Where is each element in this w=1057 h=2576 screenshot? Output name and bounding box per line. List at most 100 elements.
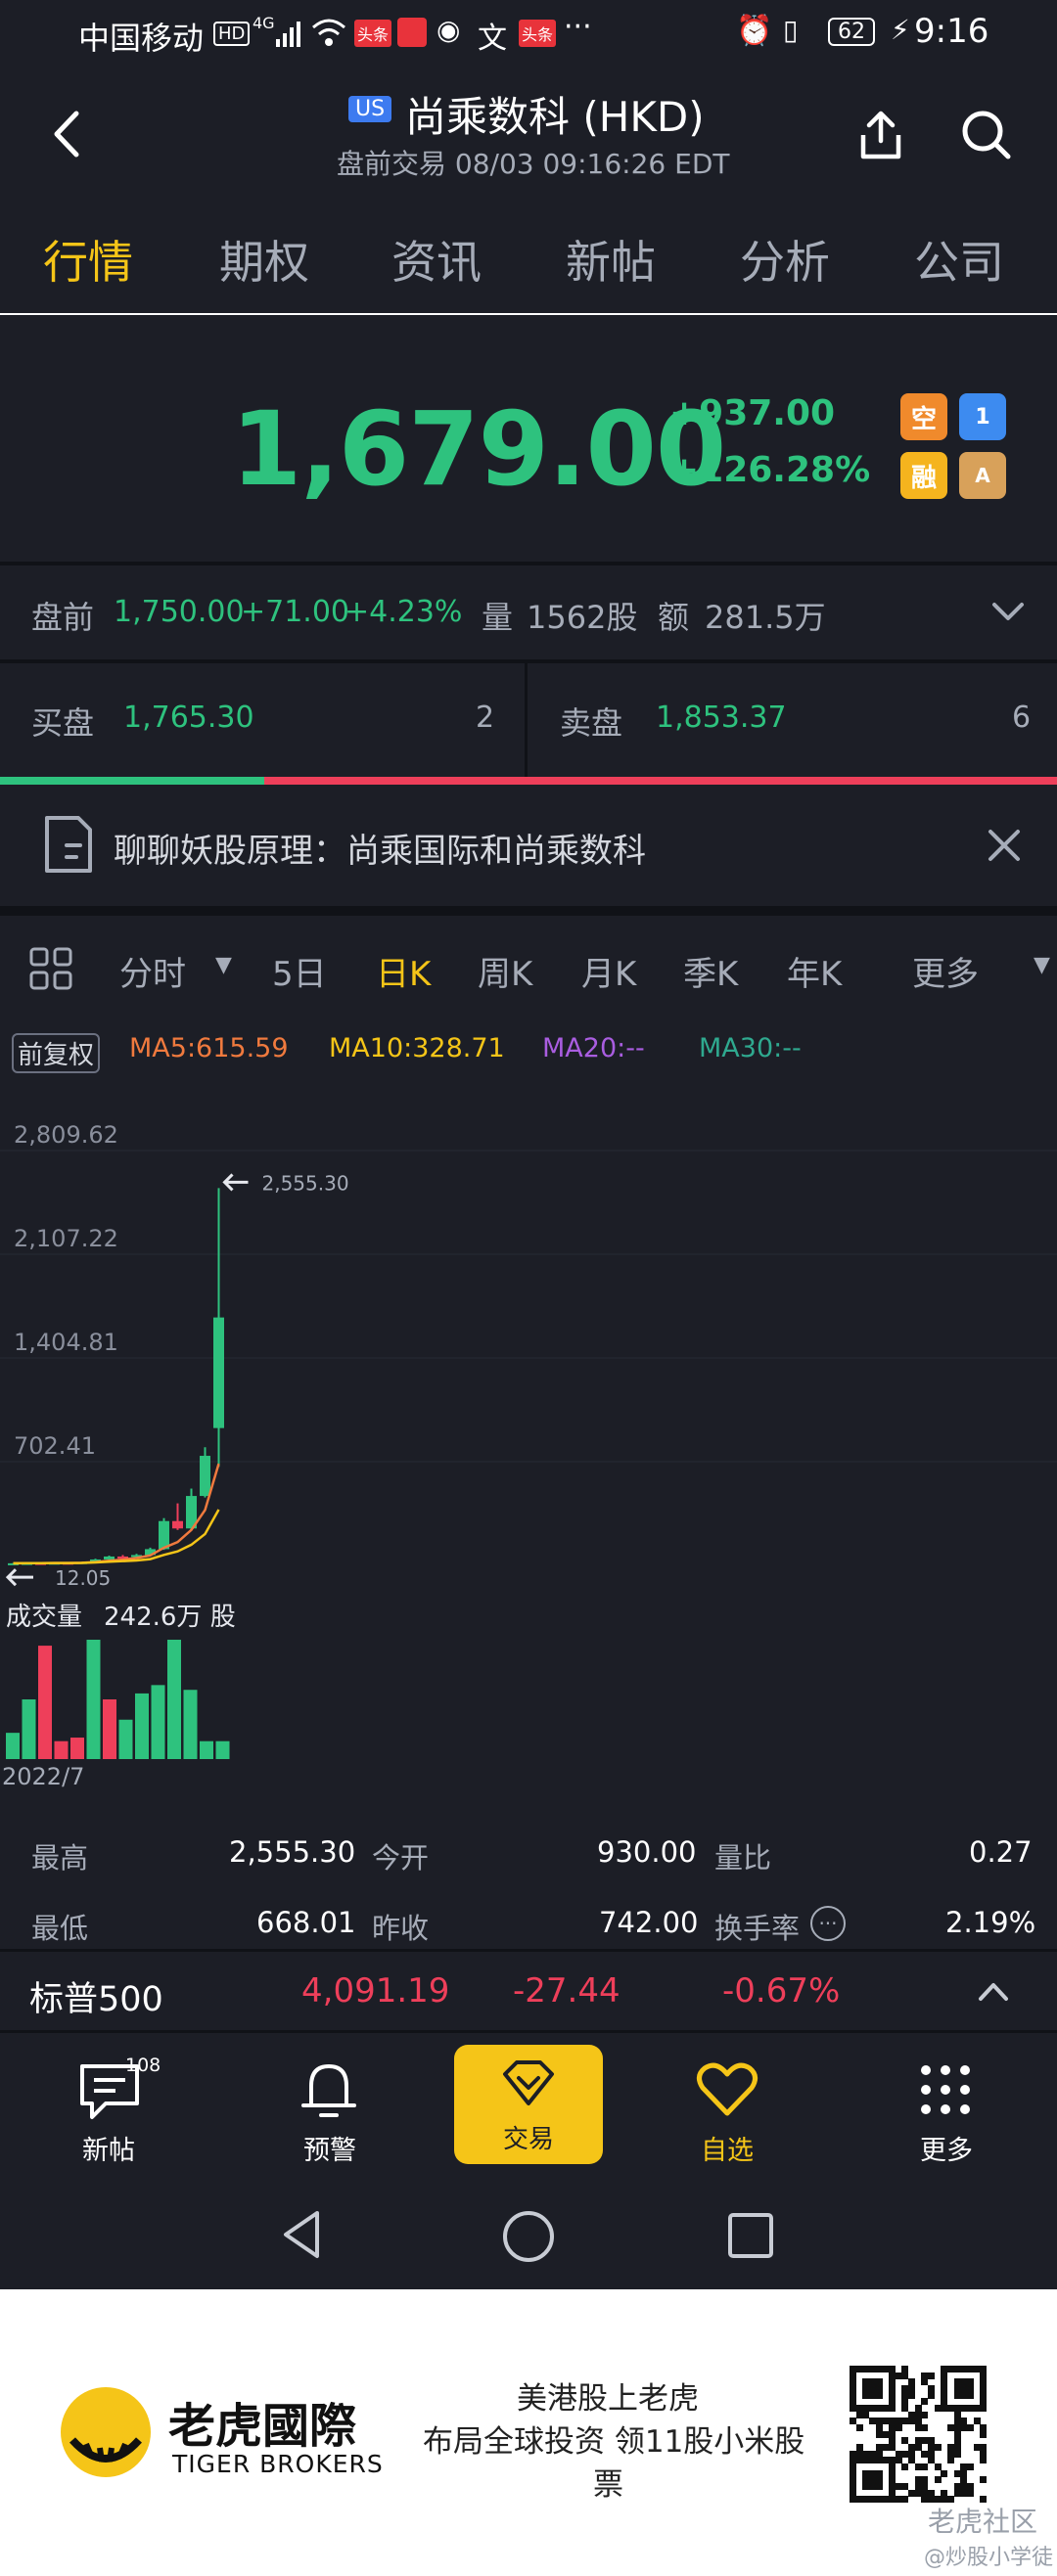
posts-badge: 108	[125, 2055, 161, 2076]
stat-prevclose-value: 742.00	[599, 1906, 699, 1939]
stat-open-value: 930.00	[597, 1835, 697, 1869]
qr-module	[901, 2463, 909, 2471]
index-ticker-bar[interactable]: 标普500 4,091.19 -27.44 -0.67%	[0, 1949, 1057, 2033]
grid-layout-icon[interactable]	[27, 945, 74, 992]
ask-price: 1,853.37	[656, 700, 787, 735]
nav-posts[interactable]: 108 新帖	[59, 2047, 176, 2166]
volume-value: 1562股	[527, 599, 638, 636]
main-tabs: 行情 期权 资讯 新帖 分析 公司	[0, 186, 1057, 313]
caret-down-icon[interactable]: ▼	[215, 953, 232, 977]
tab-posts[interactable]: 新帖	[566, 227, 656, 292]
tab-more[interactable]: 更多	[912, 947, 979, 995]
carrier-label: 中国移动	[78, 20, 205, 57]
stat-open-label: 今开	[372, 1841, 430, 1875]
nav-watchlist[interactable]: 自选	[669, 2047, 787, 2166]
ma30-label: MA30:--	[699, 1033, 802, 1063]
index-change: -27.44	[513, 1971, 620, 2011]
search-icon[interactable]	[959, 108, 1014, 162]
tab-yearly-k[interactable]: 年K	[787, 947, 842, 995]
nav-trade-label: 交易	[503, 2125, 555, 2154]
volume-bar	[135, 1693, 149, 1759]
nav-trade-button[interactable]: 交易	[454, 2045, 603, 2164]
nav-alerts[interactable]: 预警	[274, 2047, 391, 2166]
volume-bar	[183, 1690, 198, 1759]
ad-line-3: 票	[593, 2467, 623, 2503]
close-icon[interactable]	[987, 828, 1022, 863]
volume-bar	[151, 1685, 165, 1759]
candle-body	[213, 1317, 224, 1428]
ma10-label: MA10:328.71	[329, 1033, 505, 1063]
tab-quarterly-k[interactable]: 季K	[683, 947, 738, 995]
toutiao-icon-2: 头条	[519, 20, 557, 47]
volume-chart[interactable]	[0, 1632, 1057, 1759]
qr-module	[901, 2496, 909, 2504]
qr-module	[921, 2424, 929, 2432]
margin-icon[interactable]: 融	[900, 452, 947, 499]
tab-news[interactable]: 资讯	[391, 227, 482, 292]
news-banner[interactable]: 聊聊妖股原理：尚乘国际和尚乘数科	[0, 785, 1057, 906]
home-circle-icon[interactable]	[501, 2209, 556, 2264]
bid-ask-ratio-bar	[0, 777, 1057, 785]
ad-banner[interactable]: 老虎國際 TIGER BROKERS 美港股上老虎 布局全球投资 领11股小米股…	[0, 2289, 1057, 2576]
amount-value: 281.5万	[705, 599, 826, 636]
back-triangle-icon[interactable]	[278, 2207, 325, 2262]
volume-label: 量	[482, 599, 514, 636]
candlestick-chart[interactable]: 2,809.62 2,107.22 1,404.81 702.41 2,555.30 12…	[0, 1072, 1057, 1620]
signal-label: 4G	[253, 14, 275, 32]
adjust-toggle[interactable]: 前复权	[12, 1033, 101, 1073]
volume-bar	[86, 1640, 101, 1759]
header: US 尚乘数科 (HKD) 盘前交易 08/03 09:16:26 EDT	[0, 68, 1057, 186]
qr-module	[980, 2457, 988, 2464]
tab-daily-k[interactable]: 日K	[376, 947, 431, 995]
volume-bar	[54, 1740, 69, 1759]
tab-monthly-k[interactable]: 月K	[581, 947, 636, 995]
caret-down-icon[interactable]: ▼	[1034, 953, 1050, 977]
tab-intraday[interactable]: 分时	[119, 947, 186, 995]
nav-posts-label: 新帖	[82, 2136, 135, 2166]
tab-options[interactable]: 期权	[219, 227, 309, 292]
status-bar: 中国移动 HD 4G 头条 ◉ 文 头条 ··· ⏰ ▯ 62 ⚡ 9:16	[0, 0, 1057, 68]
share-icon[interactable]	[853, 108, 908, 162]
nav-more[interactable]: 更多	[887, 2047, 1004, 2166]
qr-module	[921, 2463, 929, 2471]
qr-module	[895, 2424, 902, 2432]
tab-quote[interactable]: 行情	[43, 227, 133, 292]
recents-square-icon[interactable]	[726, 2211, 775, 2260]
qr-module	[855, 2424, 863, 2432]
high-arrow-icon	[222, 1173, 249, 1192]
volume-bar	[200, 1740, 213, 1759]
more-info-icon[interactable]: ···	[810, 1906, 846, 1941]
premarket-label: 盘前	[31, 599, 95, 636]
chevron-down-icon[interactable]	[990, 599, 1026, 626]
diamond-icon	[503, 2060, 554, 2105]
short-sell-icon[interactable]: 空	[900, 393, 947, 440]
high-price-label: 2,555.30	[262, 1171, 349, 1195]
market-badge: US	[348, 96, 392, 122]
tab-5day[interactable]: 5日	[272, 947, 327, 995]
bell-icon	[301, 2064, 356, 2117]
qr-module	[934, 2476, 942, 2484]
chevron-up-icon[interactable]	[977, 1979, 1010, 2005]
news-banner-text[interactable]: 聊聊妖股原理：尚乘国际和尚乘数科	[114, 824, 646, 872]
qr-module	[967, 2463, 975, 2471]
qr-code[interactable]	[850, 2366, 988, 2504]
ma5-label: MA5:615.59	[129, 1033, 289, 1063]
tab-analysis[interactable]: 分析	[740, 227, 830, 292]
lightning-icon[interactable]: 1	[959, 393, 1006, 440]
wechat-icon: ◉	[437, 14, 461, 46]
premarket-row[interactable]: 盘前 1,750.00 +71.00 +4.23% 量 1562股 额 281.…	[0, 565, 1057, 659]
qr-module	[980, 2430, 988, 2438]
back-arrow-icon[interactable]	[49, 110, 88, 158]
orderbook-row[interactable]: 买盘 1,765.30 2 卖盘 1,853.37 6	[0, 663, 1057, 777]
book-icon	[397, 18, 427, 47]
y-tick-label: 1,404.81	[14, 1329, 118, 1356]
tab-weekly-k[interactable]: 周K	[478, 947, 532, 995]
qr-module	[947, 2457, 955, 2464]
tab-company[interactable]: 公司	[914, 227, 1004, 292]
volume-bar	[38, 1646, 52, 1759]
toutiao-icon: 头条	[354, 20, 392, 47]
nav-alerts-label: 预警	[303, 2136, 356, 2166]
qr-module	[980, 2405, 988, 2413]
wifi-icon	[312, 19, 345, 46]
stack-icon[interactable]: A	[959, 452, 1006, 499]
